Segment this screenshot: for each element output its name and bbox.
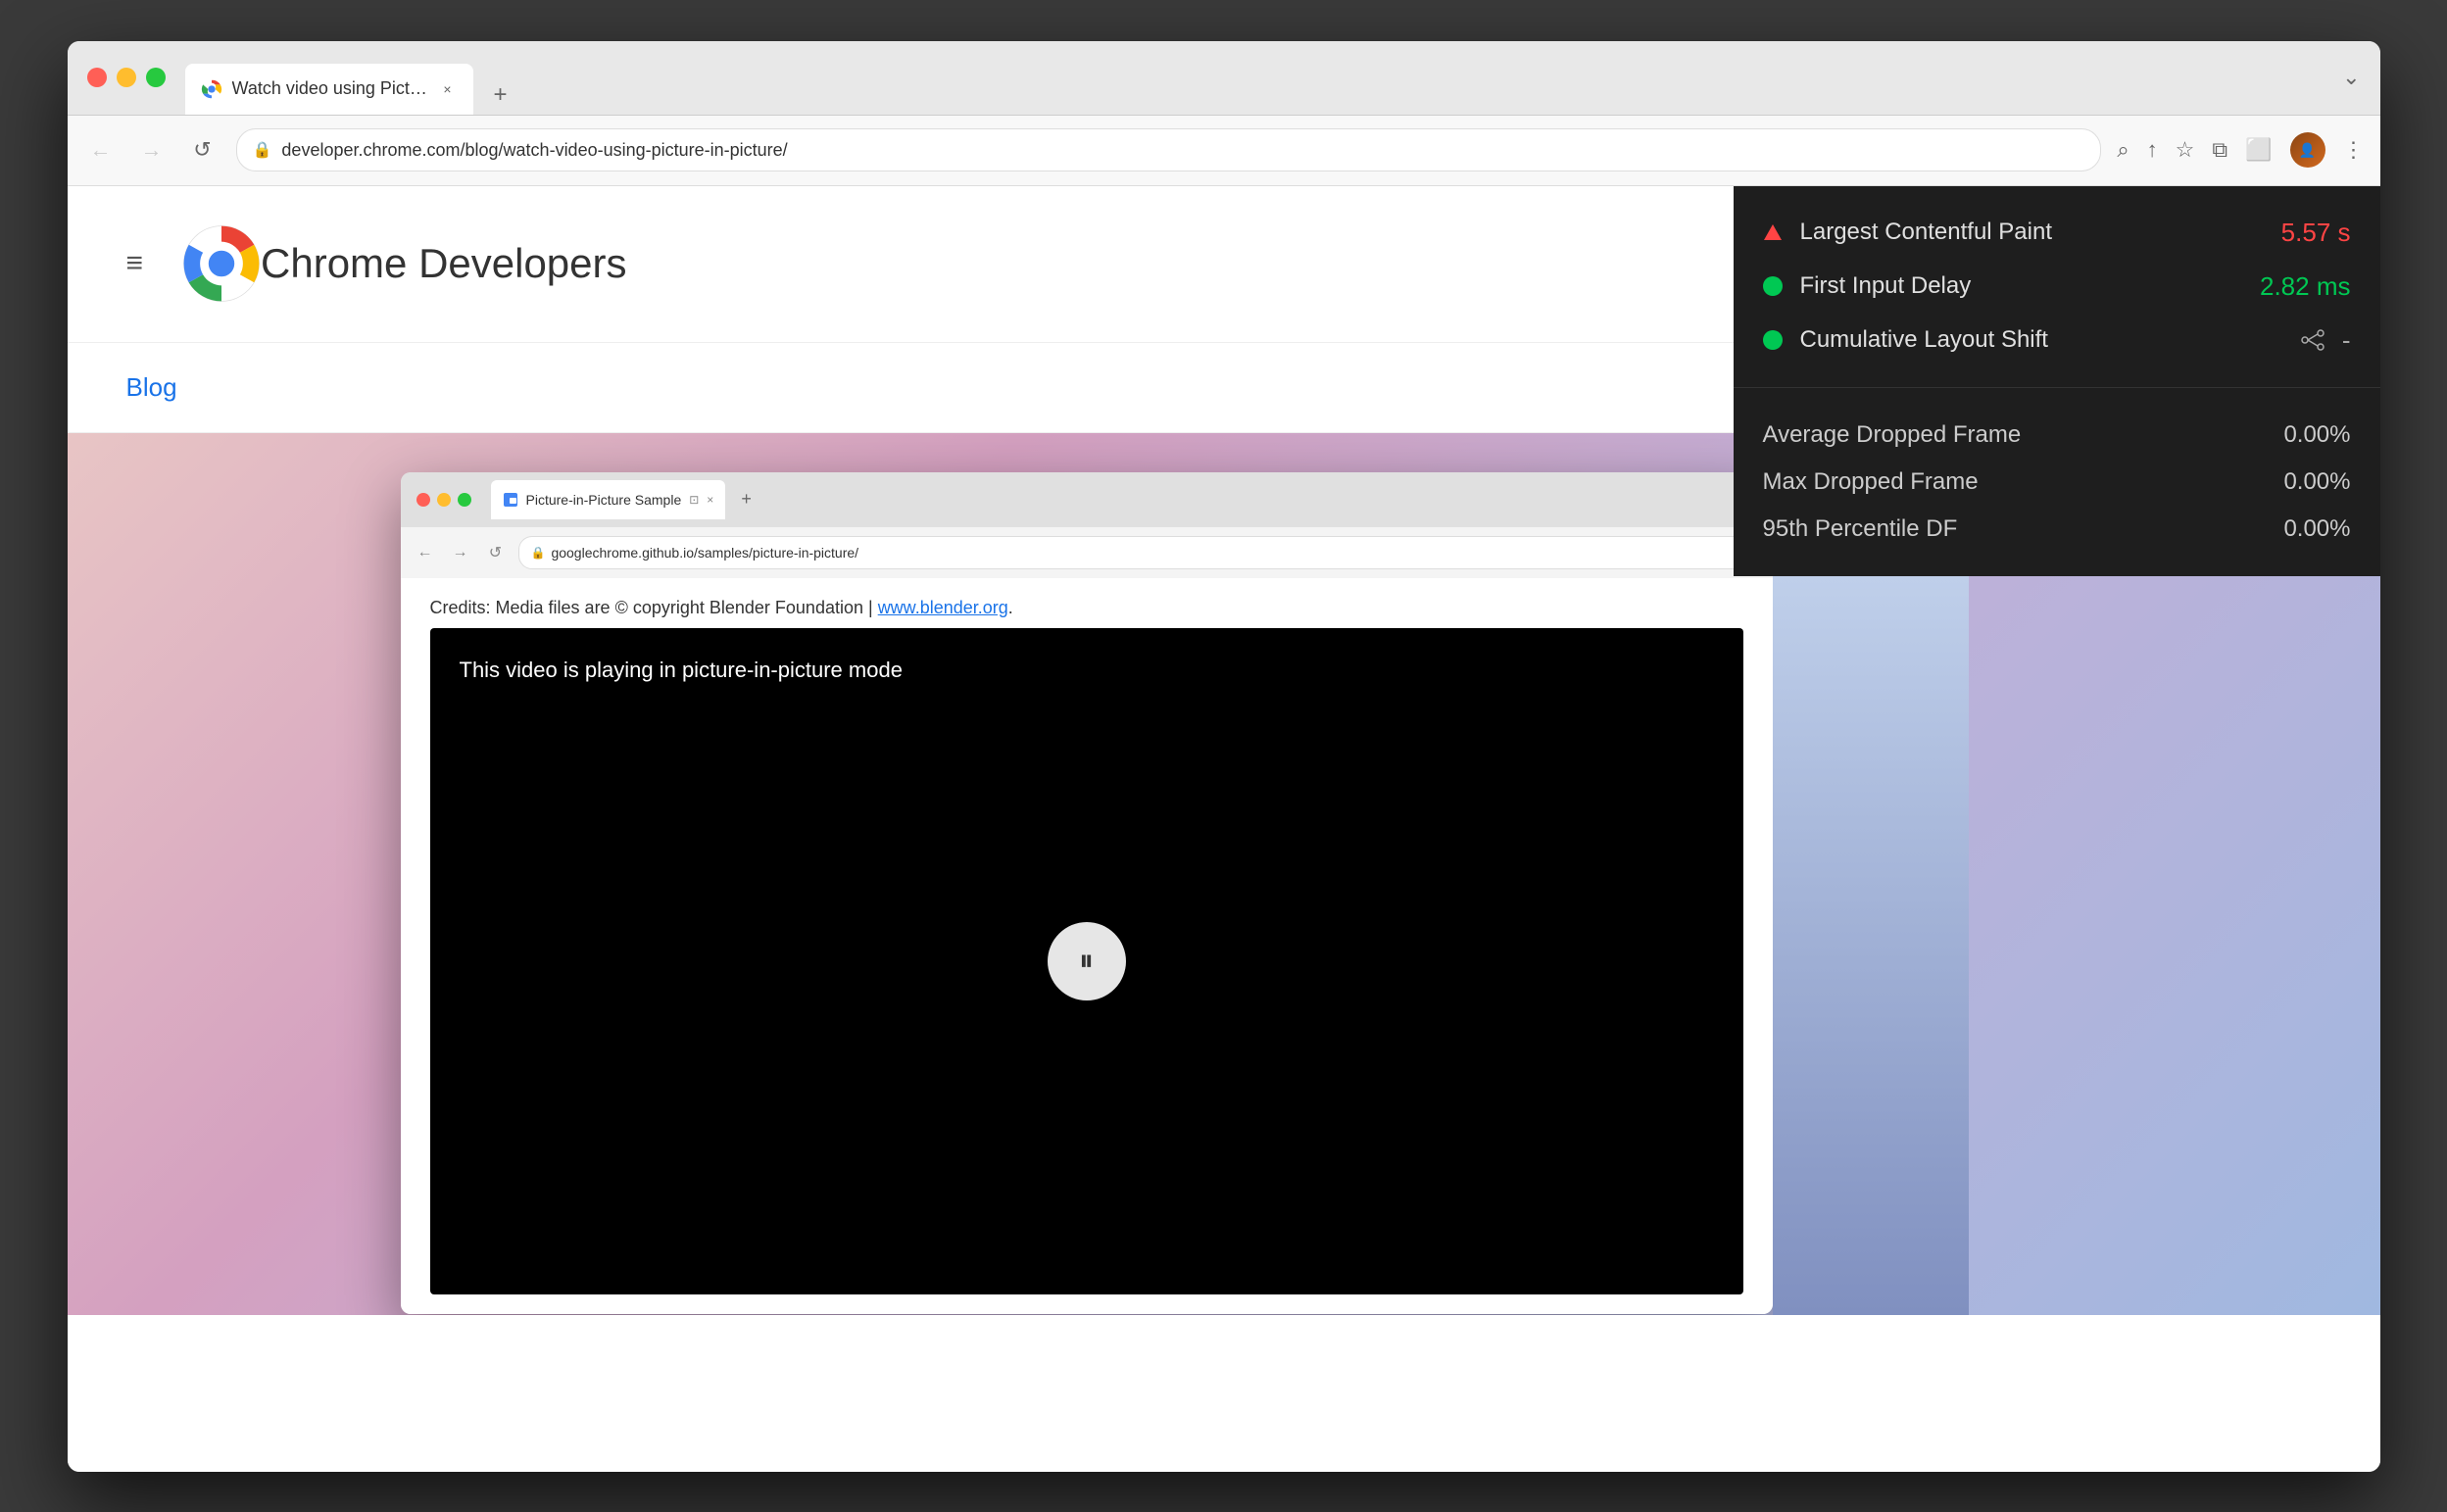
inner-pip-icon: ⊡ [689, 493, 699, 507]
cls-row: Cumulative Layout Shift - [1763, 314, 2351, 367]
inner-url-text: googlechrome.github.io/samples/picture-i… [551, 545, 858, 561]
inner-url-bar[interactable]: 🔒 googlechrome.github.io/samples/picture… [518, 536, 1761, 569]
lcp-row: Largest Contentful Paint 5.57 s [1763, 206, 2351, 260]
max-dropped-row: Max Dropped Frame 0.00% [1763, 459, 2351, 506]
bookmark-icon[interactable]: ☆ [2176, 137, 2195, 163]
percentile-dropped-row: 95th Percentile DF 0.00% [1763, 506, 2351, 553]
url-bar[interactable]: 🔒 developer.chrome.com/blog/watch-video-… [236, 128, 2102, 171]
share-icon[interactable] [2299, 329, 2326, 351]
inner-minimize-button[interactable] [437, 493, 451, 507]
maximize-button[interactable] [146, 68, 166, 87]
avg-dropped-label: Average Dropped Frame [1763, 421, 2284, 449]
pause-button[interactable]: ⏸ [1048, 922, 1126, 1000]
address-bar: ← → ↺ 🔒 developer.chrome.com/blog/watch-… [68, 116, 2380, 186]
inner-new-tab-button[interactable]: + [741, 489, 752, 510]
traffic-lights [87, 68, 166, 87]
fid-row: First Input Delay 2.82 ms [1763, 260, 2351, 314]
tab-close-button[interactable]: × [438, 79, 458, 99]
inner-reload-button[interactable]: ↺ [483, 540, 509, 565]
fid-value: 2.82 ms [2260, 271, 2351, 302]
chevron-down-icon[interactable]: ⌄ [2342, 65, 2360, 90]
site-title: Chrome Developers [261, 240, 627, 287]
lcp-label: Largest Contentful Paint [1800, 219, 2281, 246]
extensions-icon[interactable]: ⧉ [2212, 137, 2227, 163]
tab-favicon [201, 78, 222, 100]
minimize-button[interactable] [117, 68, 136, 87]
video-overlay-text: This video is playing in picture-in-pict… [460, 658, 903, 683]
active-tab[interactable]: Watch video using Picture-in-P × [185, 64, 473, 115]
toolbar-icons: ⌕ ↑ ☆ ⧉ ⬜ 👤 ⋮ [2117, 132, 2364, 168]
chrome-logo [182, 224, 261, 303]
title-bar-right: ⌄ [2342, 65, 2360, 90]
fid-indicator [1763, 276, 1783, 296]
inner-tab[interactable]: Picture-in-Picture Sample ⊡ × [491, 480, 726, 519]
title-bar: Watch video using Picture-in-P × + ⌄ [68, 41, 2380, 116]
inner-title-bar: Picture-in-Picture Sample ⊡ × + [401, 472, 1773, 527]
inner-close-button[interactable] [416, 493, 430, 507]
avg-dropped-row: Average Dropped Frame 0.00% [1763, 412, 2351, 459]
video-container[interactable]: This video is playing in picture-in-pict… [430, 628, 1743, 1294]
right-decoration [1773, 472, 1969, 1315]
hamburger-icon[interactable]: ≡ [126, 247, 144, 280]
frame-stats-section: Average Dropped Frame 0.00% Max Dropped … [1734, 388, 2380, 576]
inner-page-content: Credits: Media files are © copyright Ble… [401, 578, 1773, 1314]
menu-icon[interactable]: ⋮ [2343, 137, 2365, 163]
cls-label: Cumulative Layout Shift [1800, 326, 2299, 354]
blog-link[interactable]: Blog [126, 372, 177, 402]
percentile-dropped-value: 0.00% [2283, 515, 2350, 543]
lock-icon: 🔒 [253, 140, 272, 160]
url-text: developer.chrome.com/blog/watch-video-us… [281, 140, 2084, 161]
vitals-section: Largest Contentful Paint 5.57 s First In… [1734, 186, 2380, 388]
inner-back-button[interactable]: ← [413, 540, 438, 565]
reload-button[interactable]: ↺ [185, 132, 220, 168]
inner-tab-close[interactable]: × [707, 493, 713, 507]
inner-lock-icon: 🔒 [531, 546, 546, 560]
browser-window: Watch video using Picture-in-P × + ⌄ ← →… [68, 41, 2380, 1472]
search-icon[interactable]: ⌕ [2117, 137, 2129, 163]
browser-content: ≡ Chrome Developers [68, 186, 2380, 1472]
back-button[interactable]: ← [83, 132, 119, 168]
share-icon[interactable]: ↑ [2147, 137, 2158, 163]
inner-tab-title: Picture-in-Picture Sample [526, 492, 682, 508]
new-tab-button[interactable]: + [481, 75, 520, 115]
inner-traffic-lights [416, 493, 471, 507]
credits-text: Credits: Media files are © copyright Ble… [430, 598, 1743, 618]
inner-tab-favicon [503, 492, 518, 508]
cls-value: - [2342, 325, 2351, 356]
tabs-area: Watch video using Picture-in-P × + [185, 41, 2343, 115]
avg-dropped-value: 0.00% [2283, 421, 2350, 449]
inner-browser-window: Picture-in-Picture Sample ⊡ × + ← → ↺ 🔒 [401, 472, 1773, 1314]
lcp-value: 5.57 s [2281, 218, 2351, 248]
lcp-indicator [1763, 222, 1783, 242]
user-avatar[interactable]: 👤 [2290, 132, 2325, 168]
percentile-dropped-label: 95th Percentile DF [1763, 515, 2284, 543]
forward-button[interactable]: → [134, 132, 170, 168]
inner-maximize-button[interactable] [458, 493, 471, 507]
cls-indicator [1763, 330, 1783, 350]
fid-label: First Input Delay [1800, 272, 2261, 300]
close-button[interactable] [87, 68, 107, 87]
max-dropped-label: Max Dropped Frame [1763, 468, 2284, 496]
inner-address-bar: ← → ↺ 🔒 googlechrome.github.io/samples/p… [401, 527, 1773, 578]
window-icon[interactable]: ⬜ [2245, 137, 2272, 163]
blender-link[interactable]: www.blender.org [878, 598, 1008, 617]
max-dropped-value: 0.00% [2283, 468, 2350, 496]
tab-title: Watch video using Picture-in-P [232, 78, 428, 99]
pause-icon: ⏸ [1079, 945, 1094, 978]
performance-overlay-panel: Largest Contentful Paint 5.57 s First In… [1734, 186, 2380, 576]
inner-forward-button[interactable]: → [448, 540, 473, 565]
